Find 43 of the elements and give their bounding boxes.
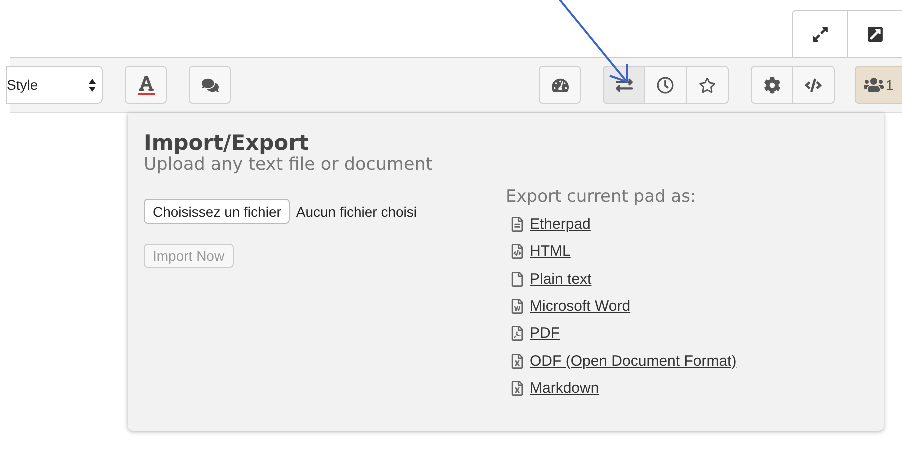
dashboard-button[interactable] <box>539 66 581 104</box>
external-link-icon <box>866 26 884 42</box>
dashboard-icon <box>552 76 568 94</box>
export-link[interactable]: Plain text <box>530 270 592 288</box>
export-link[interactable]: ODF (Open Document Format) <box>530 352 737 370</box>
chat-button[interactable] <box>189 66 231 104</box>
exchange-arrows-button[interactable] <box>603 66 645 104</box>
file-icon <box>510 299 525 314</box>
speech-bubbles-icon <box>202 76 218 94</box>
font-icon <box>138 75 154 92</box>
panel-title: Import/Export <box>144 131 309 155</box>
panel-subtitle: Upload any text file or document <box>144 155 433 175</box>
expand-button[interactable] <box>792 10 847 57</box>
file-icon <box>510 354 525 369</box>
code-icon <box>805 76 822 94</box>
code-button[interactable] <box>793 66 835 104</box>
export-link[interactable]: PDF <box>530 325 560 342</box>
export-link[interactable]: Markdown <box>530 380 600 397</box>
settings-button[interactable] <box>751 66 793 104</box>
select-arrows-icon <box>89 78 96 92</box>
clock-icon <box>657 76 674 94</box>
star-button[interactable] <box>687 66 729 104</box>
font-color-button[interactable] <box>125 66 167 104</box>
file-icon <box>510 272 525 287</box>
users-icon <box>864 75 884 95</box>
export-heading: Export current pad as: <box>506 187 698 207</box>
star-icon <box>699 76 716 94</box>
file-icon <box>510 380 525 396</box>
file-icon <box>510 244 525 260</box>
choose-file-button[interactable]: Choisissez un fichier <box>144 199 290 224</box>
popout-button[interactable] <box>847 10 902 57</box>
settings-icon <box>764 76 780 94</box>
export-link[interactable]: Microsoft Word <box>530 298 631 316</box>
users-button[interactable]: 1 <box>855 66 902 104</box>
expand-arrows-icon <box>812 26 828 42</box>
file-icon <box>510 217 525 232</box>
clock-button[interactable] <box>645 66 687 104</box>
exchange-arrows-icon <box>616 76 632 94</box>
file-status: Aucun fichier choisi <box>296 204 418 220</box>
file-icon <box>510 326 525 342</box>
style-select[interactable]: Style <box>6 66 103 104</box>
export-link[interactable]: HTML <box>530 243 571 260</box>
export-link[interactable]: Etherpad <box>530 216 591 234</box>
